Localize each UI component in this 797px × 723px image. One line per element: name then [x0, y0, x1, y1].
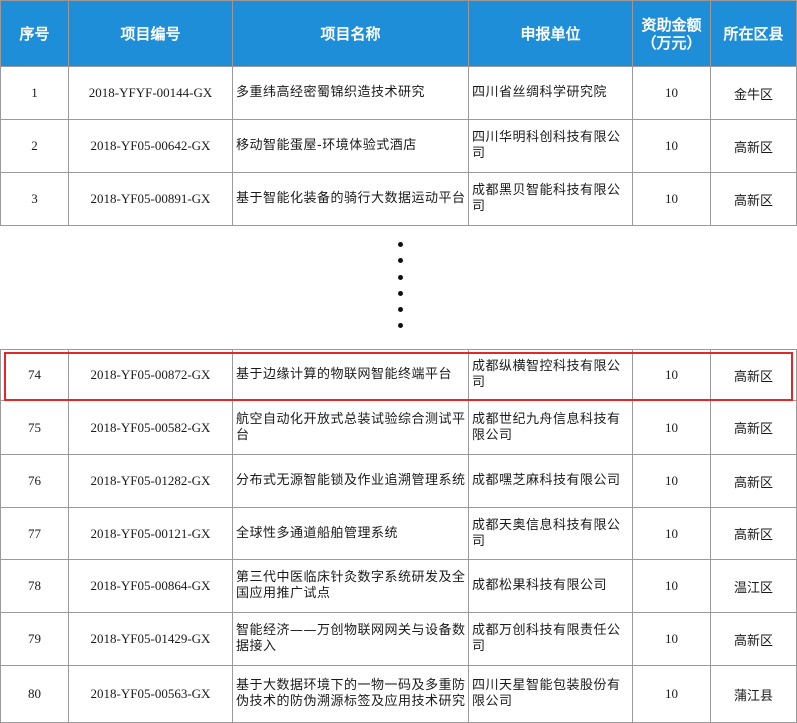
cell-amount: 10 — [632, 507, 711, 560]
cell-unit: 成都嘿芝麻科技有限公司 — [468, 454, 633, 508]
cell-seq: 1 — [0, 66, 69, 120]
cell-unit: 四川省丝绸科学研究院 — [468, 66, 633, 120]
cell-name: 全球性多通道船舶管理系统 — [232, 507, 469, 560]
cell-district: 温江区 — [710, 559, 797, 613]
cell-district: 蒲江县 — [710, 665, 797, 723]
cell-amount: 10 — [632, 454, 711, 508]
cell-code: 2018-YF05-01429-GX — [68, 612, 233, 666]
cell-seq: 77 — [0, 507, 69, 560]
cell-unit: 成都万创科技有限责任公司 — [468, 612, 633, 666]
header-name: 项目名称 — [232, 0, 469, 67]
cell-code: 2018-YF05-00864-GX — [68, 559, 233, 613]
cell-district: 高新区 — [710, 119, 797, 173]
cell-name: 基于智能化装备的骑行大数据运动平台 — [232, 172, 469, 226]
cell-unit: 四川天星智能包装股份有限公司 — [468, 665, 633, 723]
cell-seq: 2 — [0, 119, 69, 173]
table-row: 2 2018-YF05-00642-GX 移动智能蛋屋-环境体验式酒店 四川华明科创科… — [0, 119, 797, 173]
cell-seq: 75 — [0, 400, 69, 455]
cell-name: 智能经济——万创物联网网关与设备数据接入 — [232, 612, 469, 666]
cell-name: 基于大数据环境下的一物一码及多重防伪技术的防伪溯源标签及应用技术研究 — [232, 665, 469, 723]
header-amount-line1: 资助金额 — [641, 15, 702, 34]
table-row: 3 2018-YF05-00891-GX 基于智能化装备的骑行大数据运动平台 成都黑贝… — [0, 172, 797, 226]
cell-district: 高新区 — [710, 454, 797, 508]
cell-district: 高新区 — [710, 400, 797, 455]
cell-unit: 成都黑贝智能科技有限公司 — [468, 172, 633, 226]
header-row: 序号 项目编号 项目名称 申报单位 资助金额 （万元） 所在区县 — [0, 0, 797, 67]
cell-unit: 成都天奥信息科技有限公司 — [468, 507, 633, 560]
cell-seq: 3 — [0, 172, 69, 226]
cell-amount: 10 — [632, 66, 711, 120]
cell-amount: 10 — [632, 119, 711, 173]
cell-name: 多重纬高经密蜀锦织造技术研究 — [232, 66, 469, 120]
cell-code: 2018-YF05-00642-GX — [68, 119, 233, 173]
table-row: 75 2018-YF05-00582-GX 航空自动化开放式总装试验综合测试平台 成都… — [0, 400, 797, 455]
project-table-bottom: 74 2018-YF05-00872-GX 基于边缘计算的物联网智能终端平台 成都纵横… — [0, 349, 797, 723]
cell-code: 2018-YF05-00582-GX — [68, 400, 233, 455]
header-code: 项目编号 — [68, 0, 233, 67]
cell-seq: 74 — [0, 349, 69, 401]
cell-seq: 78 — [0, 559, 69, 613]
cell-amount: 10 — [632, 349, 711, 401]
header-amount-line2: （万元） — [641, 33, 702, 52]
cell-name: 基于边缘计算的物联网智能终端平台 — [232, 349, 469, 401]
header-amount: 资助金额 （万元） — [632, 0, 711, 67]
cell-seq: 76 — [0, 454, 69, 508]
cell-district: 高新区 — [710, 172, 797, 226]
cell-code: 2018-YFYF-00144-GX — [68, 66, 233, 120]
cell-seq: 79 — [0, 612, 69, 666]
cell-district: 高新区 — [710, 612, 797, 666]
header-district: 所在区县 — [710, 0, 797, 67]
cell-code: 2018-YF05-00563-GX — [68, 665, 233, 723]
table-row: 77 2018-YF05-00121-GX 全球性多通道船舶管理系统 成都天奥信息科技… — [0, 507, 797, 560]
header-unit: 申报单位 — [468, 0, 633, 67]
table-row: 80 2018-YF05-00563-GX 基于大数据环境下的一物一码及多重防伪技术… — [0, 665, 797, 723]
table-row: 1 2018-YFYF-00144-GX 多重纬高经密蜀锦织造技术研究 四川省丝绸科学… — [0, 66, 797, 120]
cell-district: 金牛区 — [710, 66, 797, 120]
cell-code: 2018-YF05-00121-GX — [68, 507, 233, 560]
table-row: 76 2018-YF05-01282-GX 分布式无源智能锁及作业追溯管理系统 成都嘿… — [0, 454, 797, 508]
cell-seq: 80 — [0, 665, 69, 723]
cell-unit: 成都纵横智控科技有限公司 — [468, 349, 633, 401]
cell-name: 航空自动化开放式总装试验综合测试平台 — [232, 400, 469, 455]
cell-amount: 10 — [632, 559, 711, 613]
cell-code: 2018-YF05-01282-GX — [68, 454, 233, 508]
project-table-top: 序号 项目编号 项目名称 申报单位 资助金额 （万元） 所在区县 1 2018-Y… — [0, 0, 797, 226]
cell-unit: 四川华明科创科技有限公司 — [468, 119, 633, 173]
cell-name: 分布式无源智能锁及作业追溯管理系统 — [232, 454, 469, 508]
cell-code: 2018-YF05-00872-GX — [68, 349, 233, 401]
cell-amount: 10 — [632, 612, 711, 666]
cell-name: 移动智能蛋屋-环境体验式酒店 — [232, 119, 469, 173]
cell-unit: 成都松果科技有限公司 — [468, 559, 633, 613]
ellipsis-dots — [398, 242, 403, 340]
table-row: 74 2018-YF05-00872-GX 基于边缘计算的物联网智能终端平台 成都纵横… — [0, 349, 797, 401]
cell-code: 2018-YF05-00891-GX — [68, 172, 233, 226]
cell-name: 第三代中医临床针灸数字系统研发及全国应用推广试点 — [232, 559, 469, 613]
cell-amount: 10 — [632, 172, 711, 226]
header-seq: 序号 — [0, 0, 69, 67]
cell-district: 高新区 — [710, 507, 797, 560]
cell-amount: 10 — [632, 400, 711, 455]
cell-amount: 10 — [632, 665, 711, 723]
table-row: 79 2018-YF05-01429-GX 智能经济——万创物联网网关与设备数据接入… — [0, 612, 797, 666]
cell-unit: 成都世纪九舟信息科技有限公司 — [468, 400, 633, 455]
table-row: 78 2018-YF05-00864-GX 第三代中医临床针灸数字系统研发及全国应用… — [0, 559, 797, 613]
cell-district: 高新区 — [710, 349, 797, 401]
